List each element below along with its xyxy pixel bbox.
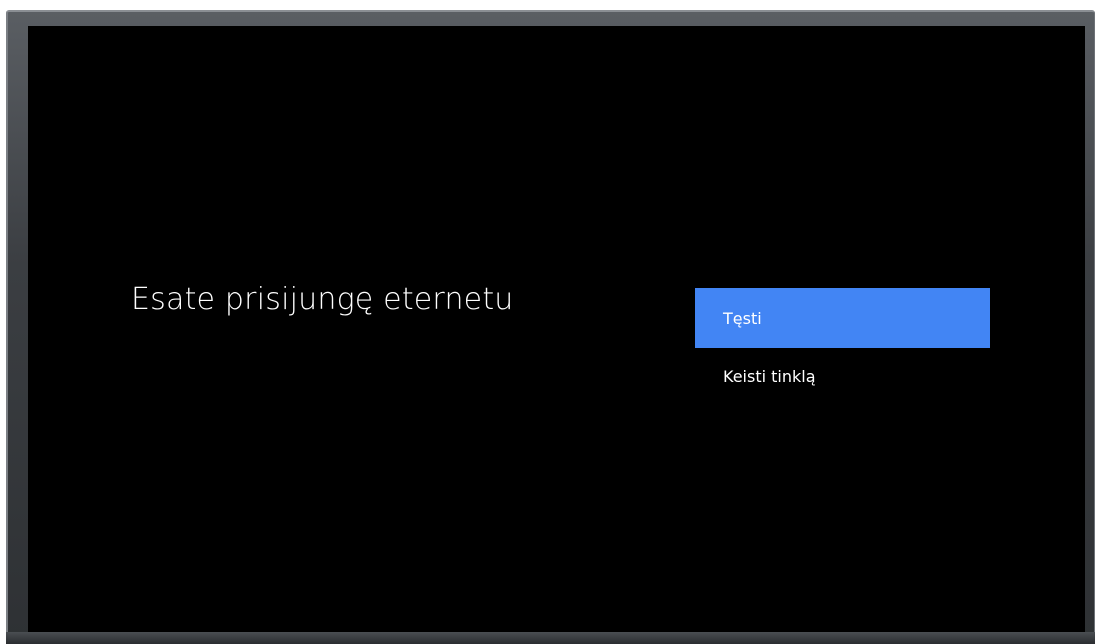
tv-screen: Esate prisijungę eternetu Tęsti Keisti t… <box>28 26 1085 632</box>
page-title: Esate prisijungę eternetu <box>131 282 514 317</box>
action-menu: Tęsti Keisti tinklą <box>695 288 990 408</box>
tv-bottom-edge <box>6 632 1095 644</box>
continue-button[interactable]: Tęsti <box>695 288 990 348</box>
change-network-button-label: Keisti tinklą <box>723 367 816 386</box>
change-network-button[interactable]: Keisti tinklą <box>695 348 990 408</box>
continue-button-label: Tęsti <box>723 308 762 328</box>
